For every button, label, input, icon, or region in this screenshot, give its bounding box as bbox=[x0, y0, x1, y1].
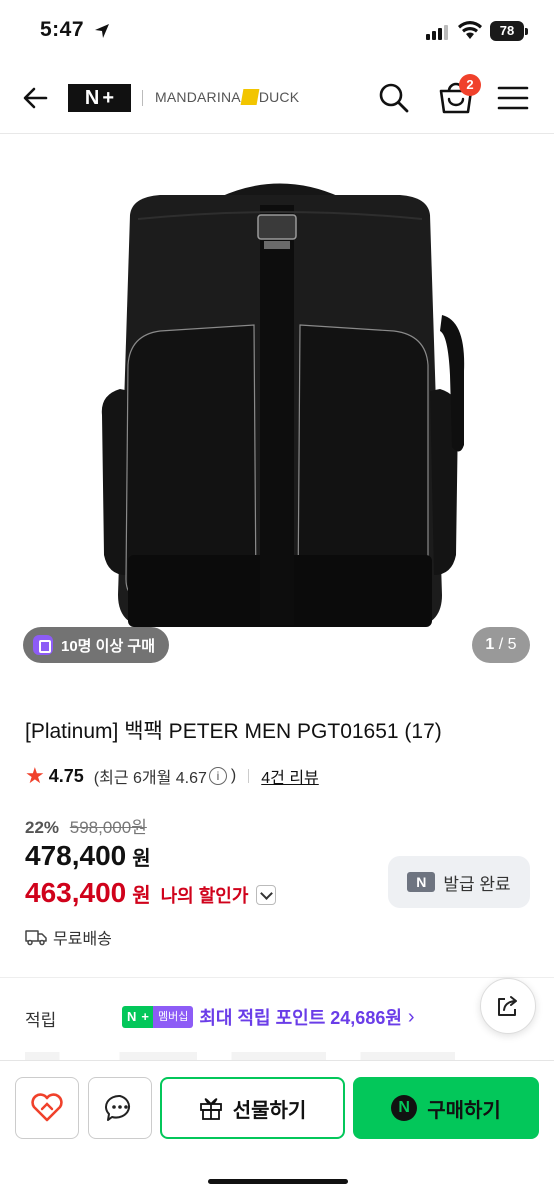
naver-plus-membership-badge: N + 멤버십 bbox=[122, 1006, 194, 1028]
sale-price: 478,400 원 bbox=[25, 840, 151, 872]
location-arrow-icon bbox=[95, 24, 109, 38]
top-navigation-bar: N + MANDARINA DUCK 2 bbox=[0, 62, 554, 134]
talk-talk-button[interactable] bbox=[88, 1077, 152, 1139]
logo-n-glyph: N bbox=[84, 87, 100, 109]
product-image-gallery[interactable]: 10명 이상 구매 1 / 5 bbox=[0, 135, 554, 680]
hamburger-menu-icon[interactable] bbox=[496, 82, 530, 114]
rating-row: ★ 4.75 (최근 6개월 4.67 i ) 4건 리뷰 bbox=[25, 763, 319, 788]
badge-plus: + bbox=[141, 1006, 153, 1028]
naver-pay-icon: N bbox=[391, 1095, 418, 1121]
star-icon: ★ bbox=[25, 763, 45, 788]
cart-count-badge: 2 bbox=[459, 74, 481, 96]
home-indicator bbox=[208, 1179, 348, 1184]
max-reward-text: 최대 적립 포인트 24,686원 bbox=[199, 1008, 402, 1028]
section-divider bbox=[0, 977, 554, 978]
status-time: 5:47 bbox=[40, 18, 85, 41]
naver-coupon-icon: N bbox=[407, 872, 436, 892]
logo-divider bbox=[142, 90, 143, 106]
buy-button-label: 구매하기 bbox=[427, 1099, 501, 1122]
page-current: 1 bbox=[485, 636, 495, 653]
reward-label: 적립 bbox=[25, 1011, 57, 1030]
reward-points-link[interactable]: N + 멤버십 최대 적립 포인트 24,686원 › bbox=[122, 1004, 415, 1030]
rating-score: 4.75 bbox=[48, 765, 84, 786]
buy-now-button[interactable]: N 구매하기 bbox=[353, 1077, 539, 1139]
my-price-label: 나의 할인가 bbox=[160, 886, 249, 906]
battery-tip bbox=[525, 28, 528, 35]
sale-price-amount: 478,400 bbox=[25, 840, 127, 871]
logo-plus-glyph: + bbox=[102, 87, 115, 109]
review-count-link[interactable]: 4건 리뷰 bbox=[261, 764, 319, 788]
cellular-signal-icon bbox=[426, 25, 448, 40]
brand-name-left: MANDARINA bbox=[155, 89, 241, 105]
share-button[interactable] bbox=[480, 978, 536, 1034]
product-title: [Platinum] 백팩 PETER MEN PGT01651 (17) bbox=[25, 720, 442, 743]
heart-icon bbox=[31, 1093, 63, 1122]
brand-name-right: DUCK bbox=[258, 89, 300, 105]
rating-separator bbox=[248, 769, 250, 783]
badge-n: N bbox=[122, 1006, 142, 1028]
recent-rating: (최근 6개월 4.67 bbox=[93, 770, 207, 787]
status-bar: 5:47 78 bbox=[0, 0, 554, 62]
shipping-label: 무료배송 bbox=[53, 931, 112, 948]
gift-icon bbox=[199, 1098, 222, 1120]
image-page-indicator: 1 / 5 bbox=[472, 627, 530, 663]
share-icon bbox=[498, 996, 517, 1016]
my-price-amount: 463,400 bbox=[25, 877, 127, 908]
back-arrow-icon[interactable] bbox=[18, 80, 54, 116]
my-price-unit: 원 bbox=[132, 885, 151, 907]
product-photo-backpack bbox=[101, 183, 465, 627]
chat-bubble-icon bbox=[105, 1094, 130, 1121]
my-discount-price[interactable]: 463,400 원 나의 할인가 bbox=[25, 877, 277, 909]
coupon-status-label: 발급 완료 bbox=[443, 874, 511, 894]
duck-logo-icon bbox=[240, 89, 260, 105]
gift-button[interactable]: 선물하기 bbox=[160, 1077, 345, 1139]
wifi-icon bbox=[458, 21, 482, 39]
purchase-count-chip: 10명 이상 구매 bbox=[23, 627, 170, 663]
sale-price-unit: 원 bbox=[132, 848, 151, 870]
discount-rate: 22% bbox=[25, 818, 60, 837]
shopping-bag-badge-icon bbox=[33, 635, 53, 655]
delivery-truck-icon bbox=[25, 930, 47, 946]
info-icon[interactable]: i bbox=[208, 767, 227, 785]
badge-membership: 멤버십 bbox=[152, 1006, 194, 1028]
recent-rating-close: ) bbox=[230, 767, 237, 784]
shipping-info: 무료배송 bbox=[25, 925, 112, 949]
wishlist-button[interactable] bbox=[15, 1077, 79, 1139]
bottom-action-bar: 선물하기 N 구매하기 bbox=[0, 1060, 554, 1200]
discount-row: 22% 598,000원 bbox=[25, 813, 147, 838]
chevron-right-icon: › bbox=[407, 1005, 415, 1028]
chevron-down-icon[interactable] bbox=[256, 885, 277, 905]
search-icon[interactable] bbox=[376, 80, 412, 116]
battery-icon: 78 bbox=[490, 21, 524, 41]
purchase-count-text: 10명 이상 구매 bbox=[61, 637, 156, 655]
original-price: 598,000원 bbox=[69, 818, 147, 837]
brand-logo[interactable]: MANDARINA DUCK bbox=[155, 89, 299, 105]
naver-plus-store-logo[interactable]: N + bbox=[68, 84, 131, 112]
coupon-issued-button[interactable]: N 발급 완료 bbox=[388, 856, 530, 908]
page-total: / 5 bbox=[498, 636, 517, 653]
gift-button-label: 선물하기 bbox=[232, 1099, 307, 1122]
